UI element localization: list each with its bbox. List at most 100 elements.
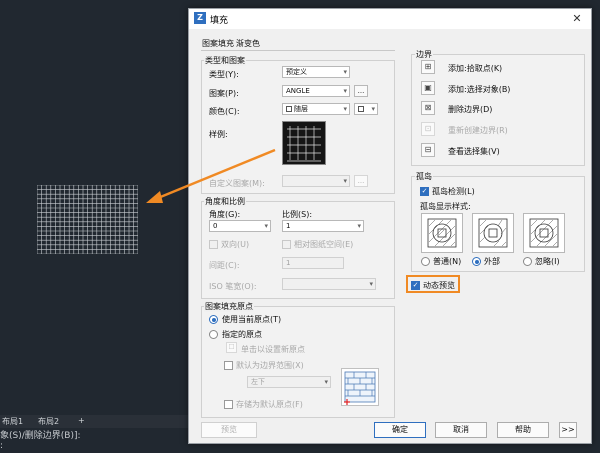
scale-label: 比例(S): xyxy=(282,210,313,219)
color-picker-select[interactable]: ▾ xyxy=(354,103,378,115)
view-selection-icon[interactable]: ⊟ xyxy=(421,143,435,157)
layout-tab-bar: 布局1 布局2 + xyxy=(0,415,190,428)
command-line: 象(S)/删除边界(B)]: xyxy=(0,431,81,440)
angle-pattern-icon xyxy=(287,126,321,162)
ok-button[interactable]: 确定 xyxy=(374,422,426,438)
specified-origin-radio[interactable] xyxy=(209,330,218,339)
island-ignore-icon xyxy=(529,218,559,248)
custom-pattern-label: 自定义图案(M): xyxy=(209,179,265,188)
iso-pen-width-label: ISO 笔宽(O): xyxy=(209,282,257,291)
dialog-titlebar: Z 填充 ✕ xyxy=(189,9,591,29)
island-normal-label: 普通(N) xyxy=(433,257,462,266)
dynamic-preview-highlight xyxy=(406,275,460,293)
cancel-button[interactable]: 取消 xyxy=(435,422,487,438)
chevron-down-icon: ▾ xyxy=(343,177,347,185)
chevron-down-icon: ▾ xyxy=(343,68,347,76)
color-swatch-icon xyxy=(286,106,292,112)
relative-paper-space-checkbox[interactable] xyxy=(282,240,291,249)
add-layout-tab[interactable]: + xyxy=(78,416,85,425)
view-selection-button[interactable]: 查看选择集(V) xyxy=(448,146,500,157)
tab-layout2[interactable]: 布局2 xyxy=(38,416,59,427)
command-prompt: : xyxy=(0,441,4,451)
pattern-sample[interactable] xyxy=(282,121,326,165)
angle-select[interactable]: 0 ▾ xyxy=(209,220,271,232)
specified-origin-label: 指定的原点 xyxy=(222,330,262,339)
set-origin-icon[interactable]: ☐ xyxy=(226,342,237,353)
double-checkbox[interactable] xyxy=(209,240,218,249)
chevron-down-icon: ▾ xyxy=(324,378,328,386)
type-select[interactable]: 预定义 ▾ xyxy=(282,66,350,78)
help-button[interactable]: 帮助 xyxy=(497,422,549,438)
hatch-preview-drawing xyxy=(37,185,138,254)
spacing-input[interactable]: 1 xyxy=(282,257,344,269)
island-detect-label: 孤岛检测(L) xyxy=(432,187,475,196)
island-outer-icon xyxy=(478,218,508,248)
chevron-down-icon: ▾ xyxy=(357,222,361,230)
type-pattern-group-label: 类型和图案 xyxy=(204,55,246,66)
island-outer-preview[interactable] xyxy=(472,213,514,253)
remove-boundary-button[interactable]: 删除边界(D) xyxy=(448,104,492,115)
close-button[interactable]: ✕ xyxy=(569,12,585,26)
island-normal-radio[interactable] xyxy=(421,257,430,266)
island-style-label: 孤岛显示样式: xyxy=(420,202,471,211)
store-default-origin-label: 存储为默认原点(F) xyxy=(236,400,303,409)
scale-select[interactable]: 1 ▾ xyxy=(282,220,364,232)
remove-boundary-icon[interactable]: ⊠ xyxy=(421,101,435,115)
store-default-origin-checkbox[interactable] xyxy=(224,400,233,409)
pattern-select[interactable]: ANGLE ▾ xyxy=(282,85,350,97)
color-swatch-icon xyxy=(358,106,364,112)
default-extent-label: 默认为边界范围(X) xyxy=(236,361,304,370)
add-pick-points-button[interactable]: 添加:拾取点(K) xyxy=(448,63,502,74)
chevron-down-icon: ▾ xyxy=(369,280,373,288)
type-select-value: 预定义 xyxy=(286,68,307,76)
color-select-value: 随层 xyxy=(294,105,308,113)
pattern-browse-button[interactable]: ... xyxy=(354,85,368,97)
recreate-boundary-button[interactable]: 重新创建边界(R) xyxy=(448,125,508,136)
angle-scale-group-label: 角度和比例 xyxy=(204,196,246,207)
more-options-button[interactable]: >> xyxy=(559,422,577,438)
add-select-objects-button[interactable]: 添加:选择对象(B) xyxy=(448,84,510,95)
custom-pattern-select[interactable]: ▾ xyxy=(282,175,350,187)
pattern-label: 图案(P): xyxy=(209,89,239,98)
hatch-dialog: Z 填充 ✕ 图案填充 渐变色 类型和图案 类型(Y): 预定义 ▾ 图案(P):… xyxy=(188,8,592,444)
origin-preview-image xyxy=(341,368,379,406)
double-label: 双向(U) xyxy=(221,240,250,249)
dialog-title: 填充 xyxy=(210,16,229,26)
island-outer-radio[interactable] xyxy=(472,257,481,266)
sample-label: 样例: xyxy=(209,130,228,139)
spacing-label: 间距(C): xyxy=(209,261,240,270)
relative-paper-space-label: 相对图纸空间(E) xyxy=(294,240,354,249)
click-set-origin-label: 单击以设置新原点 xyxy=(241,345,305,354)
spacing-input-value: 1 xyxy=(286,259,291,267)
default-extent-checkbox[interactable] xyxy=(224,361,233,370)
use-current-origin-label: 使用当前原点(T) xyxy=(222,315,282,324)
use-current-origin-radio[interactable] xyxy=(209,315,218,324)
boundary-group-label: 边界 xyxy=(415,49,433,60)
chevron-down-icon: ▾ xyxy=(343,87,347,95)
origin-position-select[interactable]: 左下 ▾ xyxy=(247,376,331,388)
app-icon: Z xyxy=(194,12,206,24)
chevron-down-icon: ▾ xyxy=(371,105,375,113)
preview-button[interactable]: 预览 xyxy=(201,422,257,438)
custom-pattern-browse-button[interactable]: ... xyxy=(354,175,368,187)
type-label: 类型(Y): xyxy=(209,70,239,79)
iso-pen-width-select[interactable]: ▾ xyxy=(282,278,376,290)
color-select[interactable]: 随层 ▾ xyxy=(282,103,350,115)
color-label: 颜色(C): xyxy=(209,107,240,116)
pattern-select-value: ANGLE xyxy=(286,87,310,95)
scale-select-value: 1 xyxy=(286,222,291,230)
pick-points-icon[interactable]: ⊞ xyxy=(421,60,435,74)
angle-select-value: 0 xyxy=(213,222,218,230)
island-normal-preview[interactable] xyxy=(421,213,463,253)
tab-layout1[interactable]: 布局1 xyxy=(2,416,23,427)
tab-gradient[interactable]: 渐变色 xyxy=(236,38,260,49)
chevron-down-icon: ▾ xyxy=(343,105,347,113)
island-ignore-radio[interactable] xyxy=(523,257,532,266)
angle-label: 角度(G): xyxy=(209,210,241,219)
recreate-boundary-icon[interactable]: ⊡ xyxy=(421,122,435,136)
island-ignore-preview[interactable] xyxy=(523,213,565,253)
tab-hatch[interactable]: 图案填充 xyxy=(202,38,234,49)
island-detect-checkbox[interactable]: ✓ xyxy=(420,187,429,196)
hatch-origin-group-label: 图案填充原点 xyxy=(204,301,254,312)
select-objects-icon[interactable]: ▣ xyxy=(421,81,435,95)
